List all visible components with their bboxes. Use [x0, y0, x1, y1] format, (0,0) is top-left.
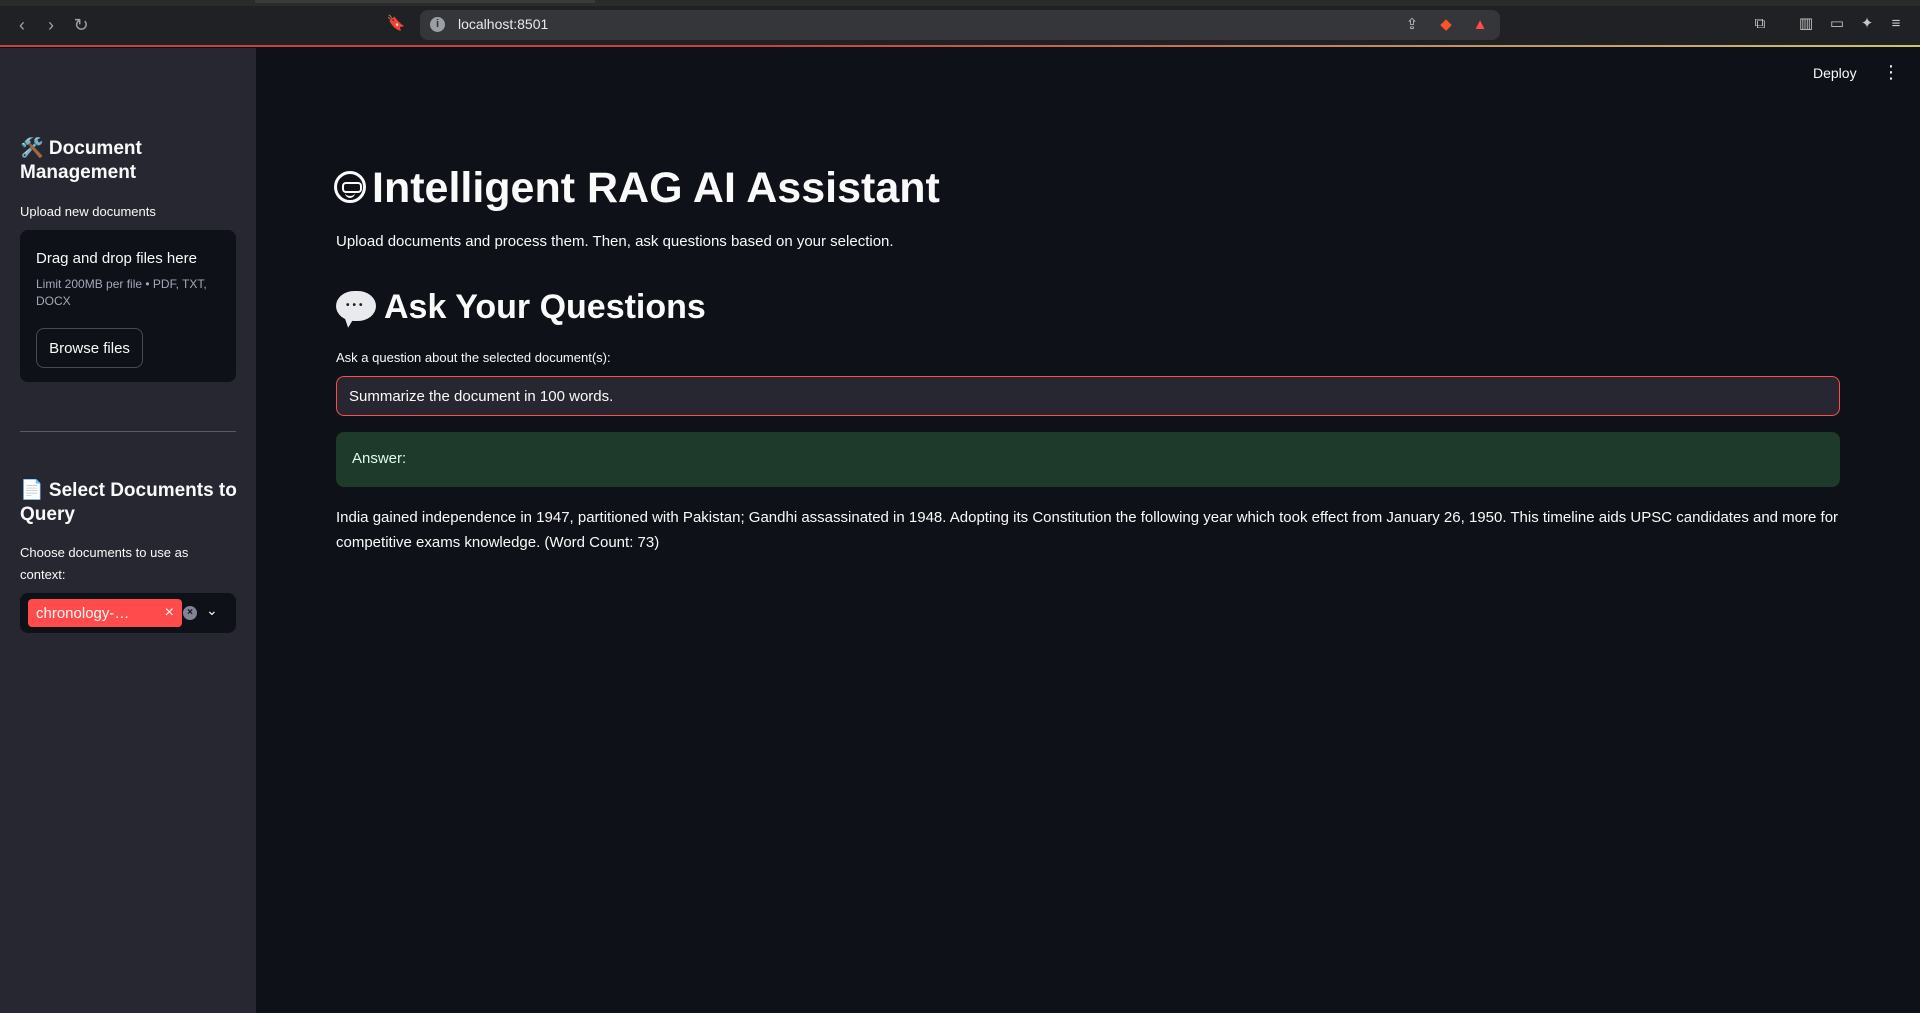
- sidebar-divider: [20, 431, 236, 432]
- file-dropzone[interactable]: Drag and drop files here Limit 200MB per…: [20, 230, 236, 382]
- answer-success-box: Answer:: [336, 432, 1840, 487]
- answer-label: Answer:: [352, 450, 407, 467]
- address-bar[interactable]: i localhost:8501 ⇪ ◆ ▲: [420, 10, 1500, 40]
- reload-icon[interactable]: ↻: [70, 14, 92, 36]
- share-icon[interactable]: ⇪: [1402, 15, 1422, 35]
- answer-text: India gained independence in 1947, parti…: [336, 509, 1839, 551]
- dropzone-limit-text: Limit 200MB per file • PDF, TXT, DOCX: [36, 277, 207, 308]
- speech-bubble-icon: •••: [336, 291, 376, 322]
- question-label: Ask a question about the selected docume…: [336, 350, 611, 365]
- select-documents-label: Choose documents to use as context:: [20, 545, 189, 582]
- active-tab-indicator: [255, 0, 595, 3]
- sidebar-toggle-icon[interactable]: ▥: [1796, 14, 1816, 34]
- wallet-icon[interactable]: ▭: [1827, 14, 1847, 34]
- back-icon[interactable]: ‹: [11, 14, 33, 36]
- deploy-button[interactable]: Deploy: [1813, 65, 1857, 81]
- page-title: Intelligent RAG AI Assistant: [334, 160, 940, 216]
- dropzone-title: Drag and drop files here: [36, 250, 197, 267]
- info-icon[interactable]: i: [430, 17, 445, 32]
- screenshot-icon[interactable]: ⧉: [1750, 14, 1770, 34]
- brave-shield-icon[interactable]: ◆: [1436, 15, 1456, 35]
- url-text[interactable]: localhost:8501: [458, 16, 548, 32]
- ask-questions-text: Ask Your Questions: [384, 288, 706, 326]
- ask-questions-heading: ••• Ask Your Questions: [336, 285, 706, 329]
- tab-strip: [0, 0, 1920, 6]
- document-management-heading: 🛠️ Document Management: [20, 138, 142, 183]
- browser-toolbar: ‹ › ↻ 🔖 i localhost:8501 ⇪ ◆ ▲ ⧉ ▥ ▭ ✦ ≡: [0, 0, 1920, 47]
- question-input[interactable]: [336, 376, 1840, 416]
- clear-all-icon[interactable]: ×: [183, 606, 197, 620]
- upload-label: Upload new documents: [20, 204, 156, 219]
- browser-menu-icon[interactable]: ≡: [1886, 14, 1906, 34]
- select-documents-heading: 📄 Select Documents to Query: [20, 480, 237, 525]
- document-multiselect[interactable]: chronology-… × × ⌄: [20, 593, 236, 633]
- selected-document-chip[interactable]: chronology-… ×: [28, 599, 182, 627]
- chip-remove-icon[interactable]: ×: [165, 603, 174, 623]
- chip-label: chronology-…: [36, 605, 130, 622]
- sidebar: 🛠️ Document Management Upload new docume…: [0, 48, 256, 1013]
- page-title-text: Intelligent RAG AI Assistant: [372, 164, 940, 212]
- intro-text: Upload documents and process them. Then,…: [336, 233, 894, 250]
- chevron-down-icon[interactable]: ⌄: [206, 602, 218, 619]
- browse-files-button[interactable]: Browse files: [36, 328, 143, 368]
- forward-icon[interactable]: ›: [40, 14, 62, 36]
- leo-ai-icon[interactable]: ✦: [1857, 14, 1877, 34]
- robot-face-icon: [334, 170, 366, 203]
- bookmark-icon[interactable]: 🔖: [386, 14, 406, 34]
- main-menu-icon[interactable]: ⋮: [1882, 62, 1900, 82]
- brave-rewards-icon[interactable]: ▲: [1470, 15, 1490, 35]
